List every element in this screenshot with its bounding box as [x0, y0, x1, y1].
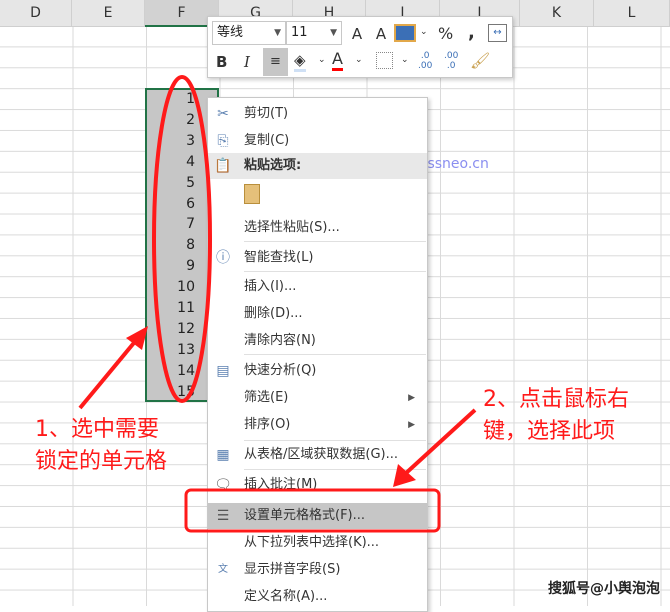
step2-line2: 键，选择此项 [483, 419, 616, 444]
annotation-overlay [78, 75, 477, 533]
credit-watermark: 搜狐号@小舆泡泡 [548, 581, 660, 597]
selection-ellipse [152, 75, 212, 403]
step2-annotation: 2、点击鼠标右 键，选择此项 [483, 384, 629, 448]
step1-line1: 1、选中需要 [35, 417, 159, 442]
format-cells-highlight [184, 488, 441, 533]
step2-line1: 2、点击鼠标右 [483, 387, 629, 412]
step1-annotation: 1、选中需要 锁定的单元格 [35, 414, 167, 478]
step1-line2: 锁定的单元格 [35, 449, 168, 474]
arrow-step1 [78, 336, 140, 410]
arrow-step2 [403, 408, 477, 476]
